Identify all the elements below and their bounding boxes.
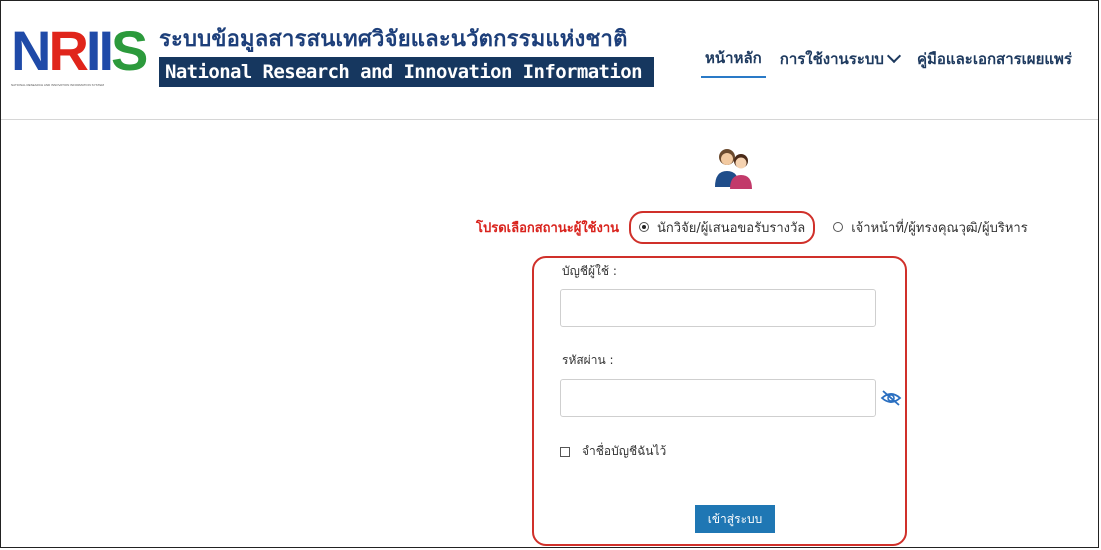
logo-subtext: NATIONAL RESEARCH AND INNOVATION INFORMA… <box>11 83 105 87</box>
radio-researcher[interactable] <box>639 222 650 232</box>
eye-slash-icon[interactable] <box>880 389 902 407</box>
remember-me[interactable]: จำชื่อบัญชีฉันไว้ <box>560 442 666 461</box>
logo-letter-r: R <box>48 19 88 82</box>
site-header: NRIIS NATIONAL RESEARCH AND INNOVATION I… <box>1 1 1098 120</box>
site-title-thai: ระบบข้อมูลสารสนเทศวิจัยและนวัตกรรมแห่งชา… <box>159 27 628 52</box>
users-icon <box>715 149 752 189</box>
main-nav: หน้าหลัก การใช้งานระบบ คู่มือและเอกสารเผ… <box>701 42 1086 78</box>
radio-officer[interactable] <box>833 222 844 232</box>
nav-item-system-usage-label: การใช้งานระบบ <box>779 50 884 68</box>
role-option-researcher-label: นักวิจัย/ผู้เสนอขอรับรางวัล <box>657 220 806 236</box>
nav-item-system-usage[interactable]: การใช้งานระบบ <box>776 43 903 77</box>
remember-label: จำชื่อบัญชีฉันไว้ <box>582 444 667 458</box>
site-title-english: National Research and Innovation Informa… <box>159 57 654 87</box>
password-input[interactable] <box>560 379 876 417</box>
password-label: รหัสผ่าน : <box>562 353 614 367</box>
nav-item-home[interactable]: หน้าหลัก <box>701 42 766 78</box>
nriis-logo[interactable]: NRIIS NATIONAL RESEARCH AND INNOVATION I… <box>11 19 148 89</box>
role-prompt: โปรดเลือกสถานะผู้ใช้งาน <box>476 220 620 236</box>
login-form: บัญชีผู้ใช้ : รหัสผ่าน : จำชื่อบัญชีฉันไ… <box>532 256 907 546</box>
logo-letter-s: S <box>111 19 148 82</box>
role-selector: โปรดเลือกสถานะผู้ใช้งาน นักวิจัย/ผู้เสนอ… <box>476 210 1028 244</box>
login-button[interactable]: เข้าสู่ระบบ <box>695 505 775 533</box>
logo-letter-ii: II <box>85 19 114 82</box>
username-label: บัญชีผู้ใช้ : <box>562 264 617 278</box>
nav-item-manuals[interactable]: คู่มือและเอกสารเผยแพร่ <box>913 43 1076 77</box>
remember-checkbox[interactable] <box>560 446 570 457</box>
logo-wordmark: NRIIS <box>11 19 148 82</box>
role-option-officer[interactable]: เจ้าหน้าที่/ผู้ทรงคุณวุฒิ/ผู้บริหาร <box>833 217 1028 238</box>
role-option-researcher[interactable]: นักวิจัย/ผู้เสนอขอรับรางวัล <box>629 210 816 244</box>
role-option-officer-label: เจ้าหน้าที่/ผู้ทรงคุณวุฒิ/ผู้บริหาร <box>851 220 1028 236</box>
username-input[interactable] <box>560 289 876 327</box>
page-frame: NRIIS NATIONAL RESEARCH AND INNOVATION I… <box>0 0 1099 548</box>
logo-letter-n: N <box>11 19 51 82</box>
chevron-down-icon <box>886 48 902 64</box>
